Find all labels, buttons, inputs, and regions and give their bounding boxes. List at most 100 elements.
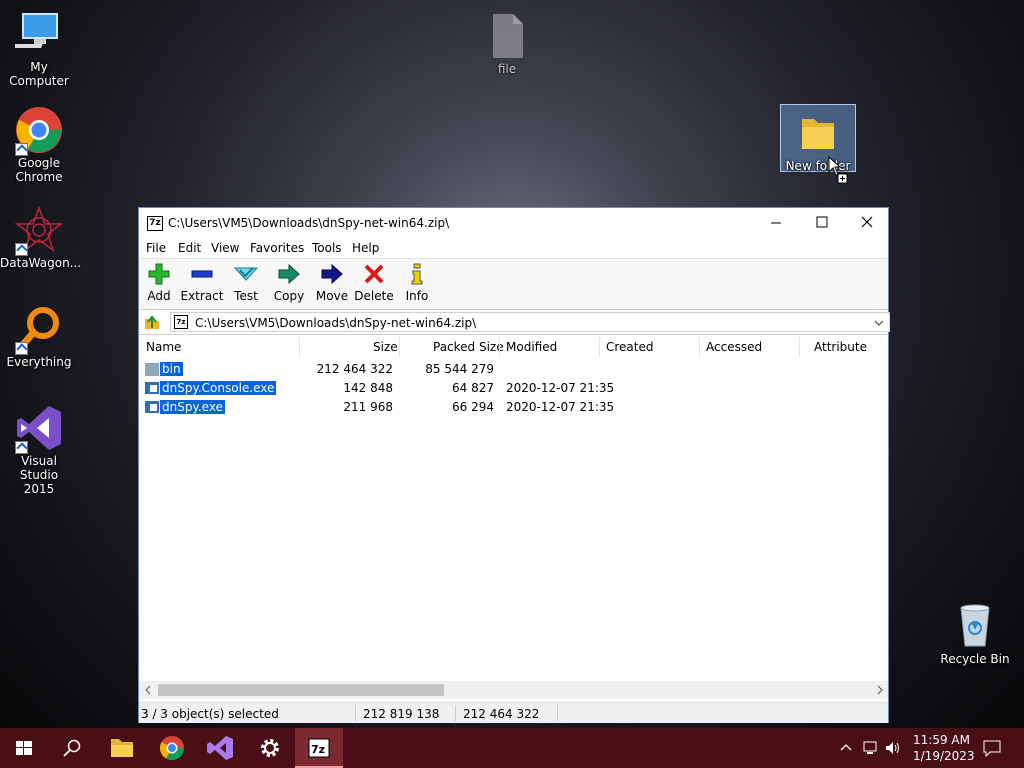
address-bar: 7z C:\Users\VM5\Downloads\dnSpy-net-win6… — [139, 310, 890, 335]
row-packed-size: 64 827 — [452, 381, 494, 395]
chrome-icon — [15, 106, 63, 156]
maximize-button[interactable] — [799, 208, 845, 238]
menu-help[interactable]: Help — [352, 241, 379, 255]
up-folder-icon — [145, 315, 159, 329]
table-row[interactable]: dnSpy.exe 211 968 66 294 2020-12-07 21:3… — [139, 398, 888, 417]
7zip-icon: 7z — [308, 738, 330, 758]
close-icon — [861, 216, 873, 228]
row-name: dnSpy.Console.exe — [160, 381, 277, 395]
search-button[interactable] — [48, 728, 96, 768]
row-name: dnSpy.exe — [160, 400, 225, 414]
column-accessed[interactable]: Accessed — [706, 340, 762, 354]
desktop-icon-visual-studio[interactable]: Visual Studio 2015 — [0, 404, 78, 496]
desktop-icon-label: Visual Studio 2015 — [19, 454, 59, 496]
desktop-icon-google-chrome[interactable]: Google Chrome — [0, 106, 78, 184]
delete-button[interactable]: Delete — [352, 263, 396, 303]
info-button[interactable]: Info — [395, 263, 439, 303]
search-icon — [63, 739, 81, 757]
exe-file-icon — [145, 382, 159, 394]
menu-bar: File Edit View Favorites Tools Help — [139, 238, 888, 258]
row-packed-size: 85 544 279 — [425, 362, 494, 376]
status-size: 212 819 138 — [363, 707, 440, 721]
status-selected: 3 / 3 object(s) selected — [141, 707, 279, 721]
desktop-icon-my-computer[interactable]: My Computer — [0, 10, 78, 88]
computer-icon — [13, 10, 63, 58]
window-title: C:\Users\VM5\Downloads\dnSpy-net-win64.z… — [168, 216, 450, 230]
shortcut-arrow-icon — [15, 441, 28, 454]
chrome-icon — [159, 736, 184, 761]
copy-button[interactable]: Copy — [267, 263, 311, 303]
scroll-left-icon[interactable] — [143, 685, 153, 695]
column-headers: Name Size Packed Size Modified Created A… — [139, 335, 888, 359]
row-name: bin — [160, 362, 183, 376]
clock-date[interactable]: 1/19/2023 — [913, 749, 975, 763]
move-button[interactable]: Move — [310, 263, 354, 303]
copy-icon — [277, 263, 301, 285]
column-attribute[interactable]: Attribute — [814, 340, 867, 354]
network-icon[interactable] — [862, 739, 880, 757]
chevron-up-icon[interactable] — [838, 740, 854, 756]
table-row[interactable]: bin 212 464 322 85 544 279 — [139, 360, 888, 379]
archive-icon: 7z — [174, 315, 188, 329]
address-input[interactable]: 7z C:\Users\VM5\Downloads\dnSpy-net-win6… — [170, 312, 890, 332]
desktop-icon-label: Everything — [6, 355, 72, 369]
desktop-icon-file[interactable]: file — [468, 12, 546, 76]
menu-edit[interactable]: Edit — [178, 241, 201, 255]
menu-favorites[interactable]: Favorites — [250, 241, 304, 255]
test-button[interactable]: Test — [224, 263, 268, 303]
maximize-icon — [816, 216, 828, 228]
visual-studio-icon — [207, 736, 233, 760]
notification-icon[interactable] — [982, 739, 1002, 757]
taskbar: 7z 11:59 AM 1/19/2023 — [0, 728, 1024, 768]
scroll-right-icon[interactable] — [875, 685, 885, 695]
minimize-button[interactable] — [753, 208, 799, 238]
title-bar[interactable]: 7z C:\Users\VM5\Downloads\dnSpy-net-win6… — [139, 208, 888, 238]
column-modified[interactable]: Modified — [506, 340, 557, 354]
everything-icon — [15, 305, 63, 355]
volume-icon[interactable] — [884, 739, 902, 757]
start-button[interactable] — [0, 728, 48, 768]
desktop-icon-label: My Computer — [9, 60, 69, 88]
desktop-icon-recycle-bin[interactable]: Recycle Bin — [936, 602, 1014, 666]
taskbar-visual-studio[interactable] — [196, 728, 244, 768]
add-button[interactable]: Add — [137, 263, 181, 303]
address-path: C:\Users\VM5\Downloads\dnSpy-net-win64.z… — [195, 316, 477, 330]
table-row[interactable]: dnSpy.Console.exe 142 848 64 827 2020-12… — [139, 379, 888, 398]
exe-file-icon — [145, 401, 159, 413]
shortcut-arrow-icon — [15, 342, 28, 355]
desktop-icon-datawagon[interactable]: DataWagon... — [0, 205, 81, 270]
menu-view[interactable]: View — [211, 241, 239, 255]
desktop-icon-label: Google Chrome — [15, 156, 63, 184]
taskbar-7zip[interactable]: 7z — [295, 728, 343, 768]
menu-tools[interactable]: Tools — [312, 241, 342, 255]
scrollbar-thumb[interactable] — [158, 684, 444, 696]
test-icon — [233, 263, 259, 285]
chevron-down-icon[interactable] — [873, 318, 885, 328]
toolbar: Add Extract Test Copy Move Delete Info — [139, 258, 888, 310]
column-name[interactable]: Name — [146, 340, 181, 354]
horizontal-scrollbar[interactable] — [139, 681, 888, 699]
up-folder-button[interactable] — [143, 313, 161, 334]
svg-text:7z: 7z — [311, 743, 325, 756]
taskbar-chrome[interactable] — [148, 728, 196, 768]
close-button[interactable] — [844, 208, 890, 238]
row-modified: 2020-12-07 21:35 — [506, 400, 615, 414]
column-size[interactable]: Size — [373, 340, 398, 354]
delete-icon — [362, 263, 386, 285]
row-size: 211 968 — [343, 400, 393, 414]
minimize-icon — [771, 222, 781, 224]
extract-button[interactable]: Extract — [180, 263, 224, 303]
column-created[interactable]: Created — [606, 340, 654, 354]
extract-icon — [190, 263, 214, 285]
taskbar-file-explorer[interactable] — [98, 728, 146, 768]
windows-logo-icon — [16, 741, 32, 755]
desktop-icon-label: Recycle Bin — [940, 652, 1010, 666]
status-bar: 3 / 3 object(s) selected 212 819 138 212… — [139, 702, 888, 723]
menu-file[interactable]: File — [146, 241, 166, 255]
clock-time[interactable]: 11:59 AM — [913, 733, 970, 747]
desktop-icon-everything[interactable]: Everything — [0, 305, 78, 369]
row-packed-size: 66 294 — [452, 400, 494, 414]
shortcut-arrow-icon — [15, 243, 28, 256]
column-packed-size[interactable]: Packed Size — [433, 340, 504, 354]
taskbar-settings[interactable] — [246, 728, 294, 768]
